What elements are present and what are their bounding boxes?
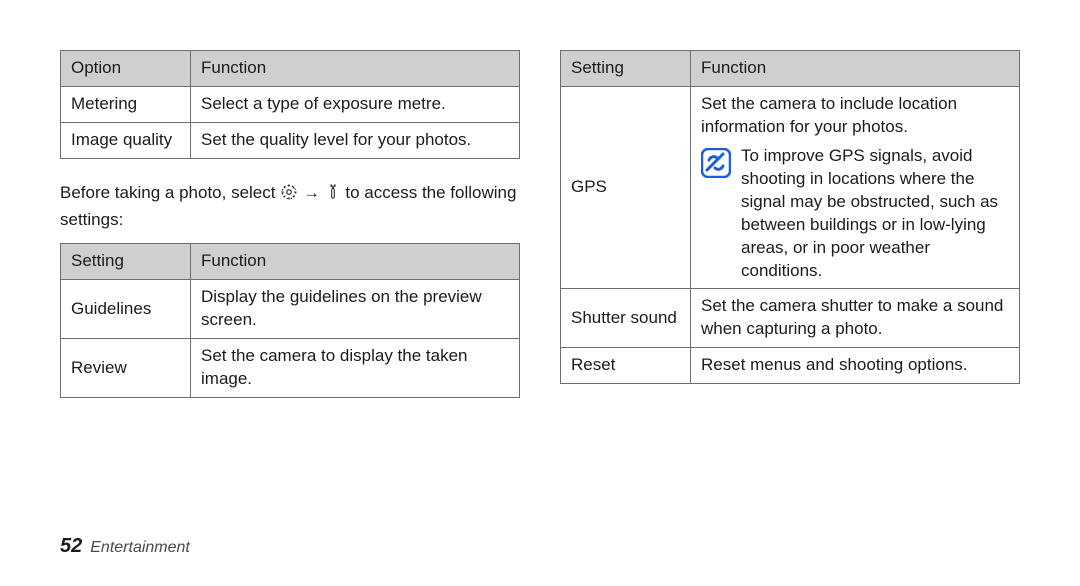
cell-option: Metering [61, 86, 191, 122]
header-function: Function [191, 51, 520, 87]
cell-function: Select a type of exposure metre. [191, 86, 520, 122]
left-column: Option Function Metering Select a type o… [60, 50, 520, 586]
wrench-icon [325, 183, 341, 208]
table-row: Review Set the camera to display the tak… [61, 339, 520, 398]
setting-table: Setting Function Guidelines Display the … [60, 243, 520, 398]
table-header: Setting Function [61, 244, 520, 280]
cell-setting: GPS [561, 86, 691, 289]
table-row: Image quality Set the quality level for … [61, 122, 520, 158]
gps-note: To improve GPS signals, avoid shooting i… [701, 145, 1009, 283]
table-header: Option Function [61, 51, 520, 87]
gps-note-text: To improve GPS signals, avoid shooting i… [741, 145, 1009, 283]
right-column: Setting Function GPS Set the camera to i… [560, 50, 1020, 586]
table-row: Shutter sound Set the camera shutter to … [561, 289, 1020, 348]
gear-icon [280, 183, 298, 208]
header-setting: Setting [61, 244, 191, 280]
gps-line: Set the camera to include location infor… [701, 93, 1009, 139]
table-row: Guidelines Display the guidelines on the… [61, 280, 520, 339]
header-option: Option [61, 51, 191, 87]
cell-function: Display the guidelines on the preview sc… [191, 280, 520, 339]
cell-setting: Review [61, 339, 191, 398]
table-row: GPS Set the camera to include location i… [561, 86, 1020, 289]
header-function: Function [191, 244, 520, 280]
header-function: Function [691, 51, 1020, 87]
cell-function: Reset menus and shooting options. [691, 348, 1020, 384]
cell-setting: Guidelines [61, 280, 191, 339]
cell-function-gps: Set the camera to include location infor… [691, 86, 1020, 289]
intro-text: Before taking a photo, select → to acces… [60, 181, 520, 232]
cell-option: Image quality [61, 122, 191, 158]
option-table: Option Function Metering Select a type o… [60, 50, 520, 159]
page-footer: 52 Entertainment [60, 535, 190, 558]
page-number: 52 [60, 535, 82, 558]
note-icon [701, 148, 731, 178]
cell-setting: Shutter sound [561, 289, 691, 348]
table-header: Setting Function [561, 51, 1020, 87]
setting-table-right: Setting Function GPS Set the camera to i… [560, 50, 1020, 384]
table-row: Metering Select a type of exposure metre… [61, 86, 520, 122]
cell-function: Set the camera shutter to make a sound w… [691, 289, 1020, 348]
section-name: Entertainment [90, 539, 190, 557]
table-row: Reset Reset menus and shooting options. [561, 348, 1020, 384]
cell-setting: Reset [561, 348, 691, 384]
header-setting: Setting [561, 51, 691, 87]
intro-mid: → [303, 183, 325, 202]
cell-function: Set the quality level for your photos. [191, 122, 520, 158]
cell-function: Set the camera to display the taken imag… [191, 339, 520, 398]
intro-pre: Before taking a photo, select [60, 183, 280, 202]
